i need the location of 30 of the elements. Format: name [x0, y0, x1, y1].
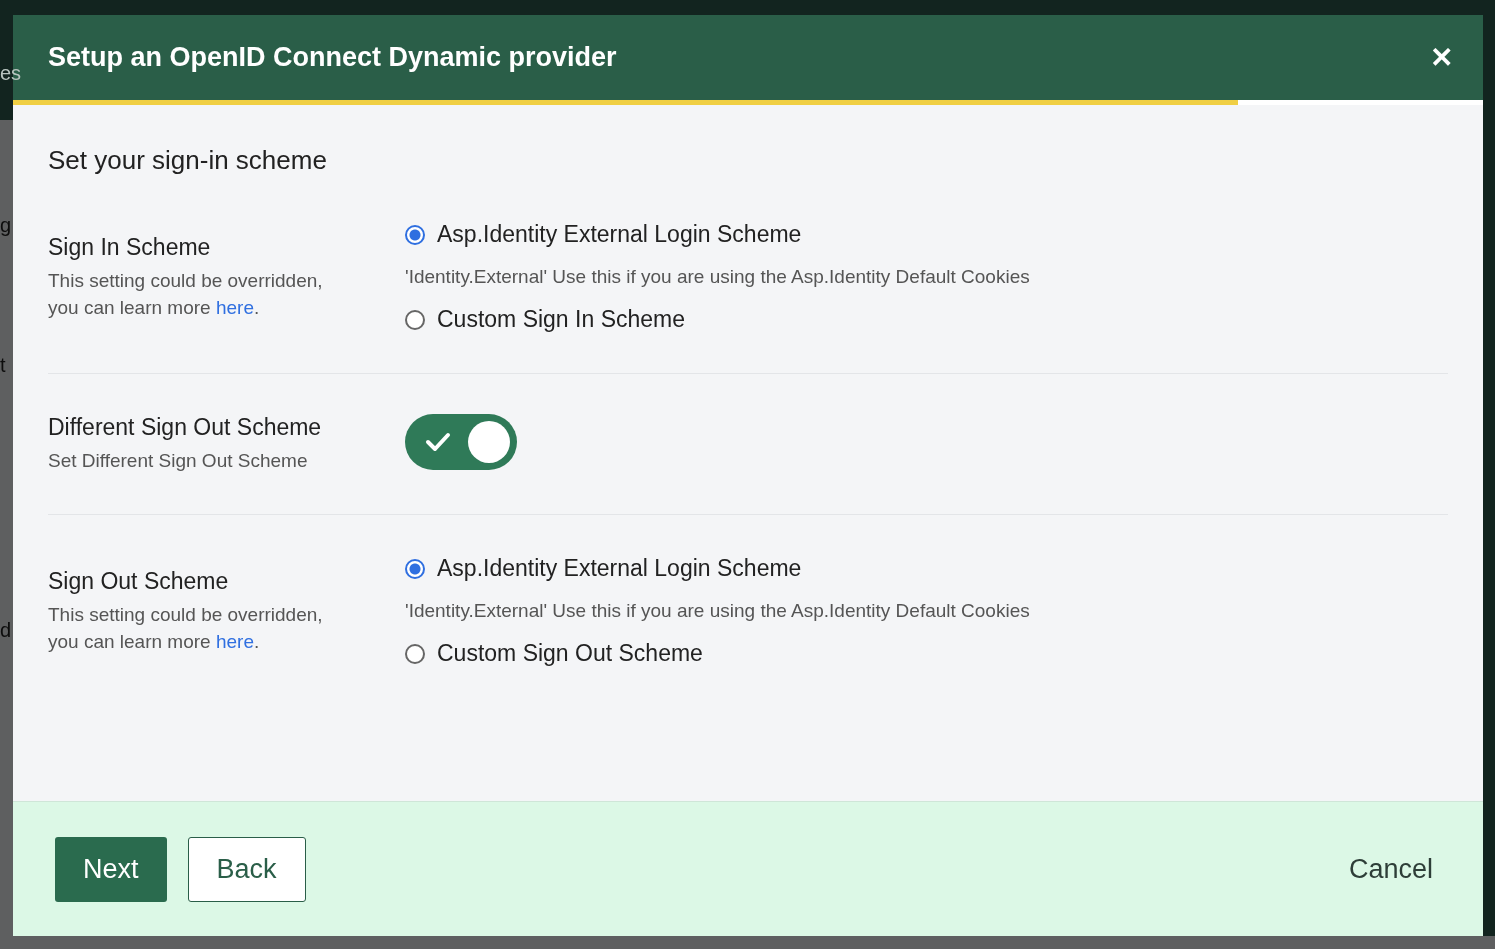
next-button[interactable]: Next: [55, 836, 167, 902]
background-text: g: [0, 215, 12, 235]
setting-title: Sign Out Scheme: [48, 567, 230, 595]
radio-icon[interactable]: [405, 224, 425, 245]
dialog-title: Setup an OpenID Connect Dynamic provider: [48, 42, 617, 73]
option-hint: 'Identity.External' Use this if you are using the Asp.Identity Default Cookies: [405, 600, 1030, 622]
radio-option[interactable]: Custom Sign In Scheme: [405, 306, 1030, 333]
background-text: es: [0, 63, 22, 83]
background-text: t: [0, 355, 6, 375]
radio-option[interactable]: Asp.Identity External Login Scheme: [405, 555, 1030, 582]
close-button[interactable]: ✕: [1430, 41, 1453, 74]
option-hint: 'Identity.External' Use this if you are using the Asp.Identity Default Cookies: [405, 266, 1030, 288]
setting-title: Sign In Scheme: [48, 233, 212, 261]
cancel-button[interactable]: Cancel: [1342, 852, 1439, 886]
radio-option[interactable]: Custom Sign Out Scheme: [405, 640, 1030, 667]
toggle-switch[interactable]: [405, 414, 517, 470]
radio-icon[interactable]: [405, 558, 425, 579]
learn-more-link[interactable]: here: [215, 296, 254, 318]
check-icon: [425, 432, 451, 452]
setting-description: Set Different Sign Out Scheme: [48, 449, 309, 473]
background-text: d: [0, 620, 12, 640]
back-button[interactable]: Back: [187, 836, 306, 902]
section-heading: Set your sign-in scheme: [48, 145, 328, 176]
learn-more-link[interactable]: here: [215, 630, 254, 652]
setting-title: Different Sign Out Scheme: [48, 414, 323, 441]
setting-description: This setting could be overridden, you can learn more here.: [48, 268, 324, 320]
radio-icon[interactable]: [405, 643, 425, 664]
radio-option[interactable]: Asp.Identity External Login Scheme: [405, 221, 1030, 248]
radio-icon[interactable]: [405, 309, 425, 330]
setting-description: This setting could be overridden, you can learn more here.: [48, 602, 324, 654]
